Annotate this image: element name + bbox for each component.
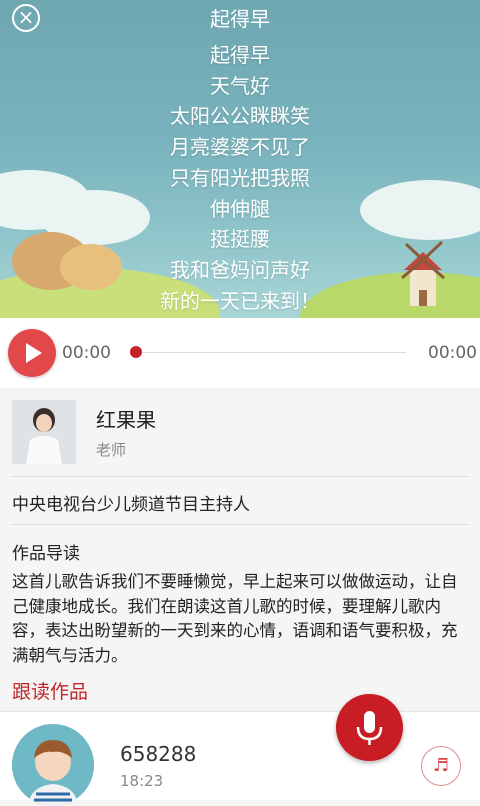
page-title: 起得早 — [210, 7, 270, 31]
recording-user-id: 658288 — [120, 742, 197, 766]
lyric-line: 我和爸妈问声好 — [170, 257, 310, 282]
progress-thumb[interactable] — [130, 346, 142, 358]
teacher-name: 红果果 — [96, 408, 156, 432]
lyrics-text: 起得早 天气好 太阳公公眯眯笑 月亮婆婆不见了 只有阳光把我照 伸伸腿 挺挺腰 … — [0, 40, 480, 316]
intro-heading: 作品导读 — [12, 544, 80, 564]
list-item[interactable]: 658288 18:23 ♬ — [0, 711, 480, 806]
intro-text: 这首儿歌告诉我们不要睡懒觉，早上起来可以做做运动，让自己健康地成长。我们在朗读这… — [12, 572, 458, 665]
lyric-line: 月亮婆婆不见了 — [170, 135, 310, 160]
lyric-line: 新的一天已来到！ — [160, 288, 320, 313]
lyric-line: 只有阳光把我照 — [170, 165, 310, 190]
lyric-line: 起得早 — [210, 43, 270, 67]
work-details: 红果果 老师 中央电视台少儿频道节目主持人 作品导读 这首儿歌告诉我们不要睡懒觉… — [0, 388, 480, 710]
lyrics-banner: × 起得早 起得早 天气好 太阳公公眯眯笑 月亮婆婆不见了 只有阳光把我照 伸伸… — [0, 0, 480, 318]
teacher-role: 老师 — [96, 441, 127, 459]
current-time: 00:00 — [62, 343, 111, 363]
lyric-line: 太阳公公眯眯笑 — [170, 104, 310, 129]
audio-player: 00:00 00:00 — [0, 318, 480, 388]
teacher-avatar — [12, 400, 76, 464]
follow-read-heading: 跟读作品 — [12, 681, 89, 703]
microphone-icon — [356, 711, 383, 745]
lyric-line: 伸伸腿 — [210, 196, 270, 221]
user-avatar — [12, 724, 94, 806]
recording-duration: 18:23 — [120, 772, 164, 790]
total-time: 00:00 — [428, 343, 477, 363]
progress-track[interactable] — [136, 352, 406, 353]
play-button[interactable] — [8, 329, 56, 377]
record-button[interactable] — [336, 694, 403, 761]
divider — [12, 476, 468, 477]
teacher-bio: 中央电视台少儿频道节目主持人 — [12, 495, 250, 515]
divider — [12, 524, 468, 525]
lyric-line: 挺挺腰 — [210, 227, 270, 252]
lyric-line: 天气好 — [210, 73, 270, 98]
music-note-icon[interactable]: ♬ — [421, 746, 461, 786]
